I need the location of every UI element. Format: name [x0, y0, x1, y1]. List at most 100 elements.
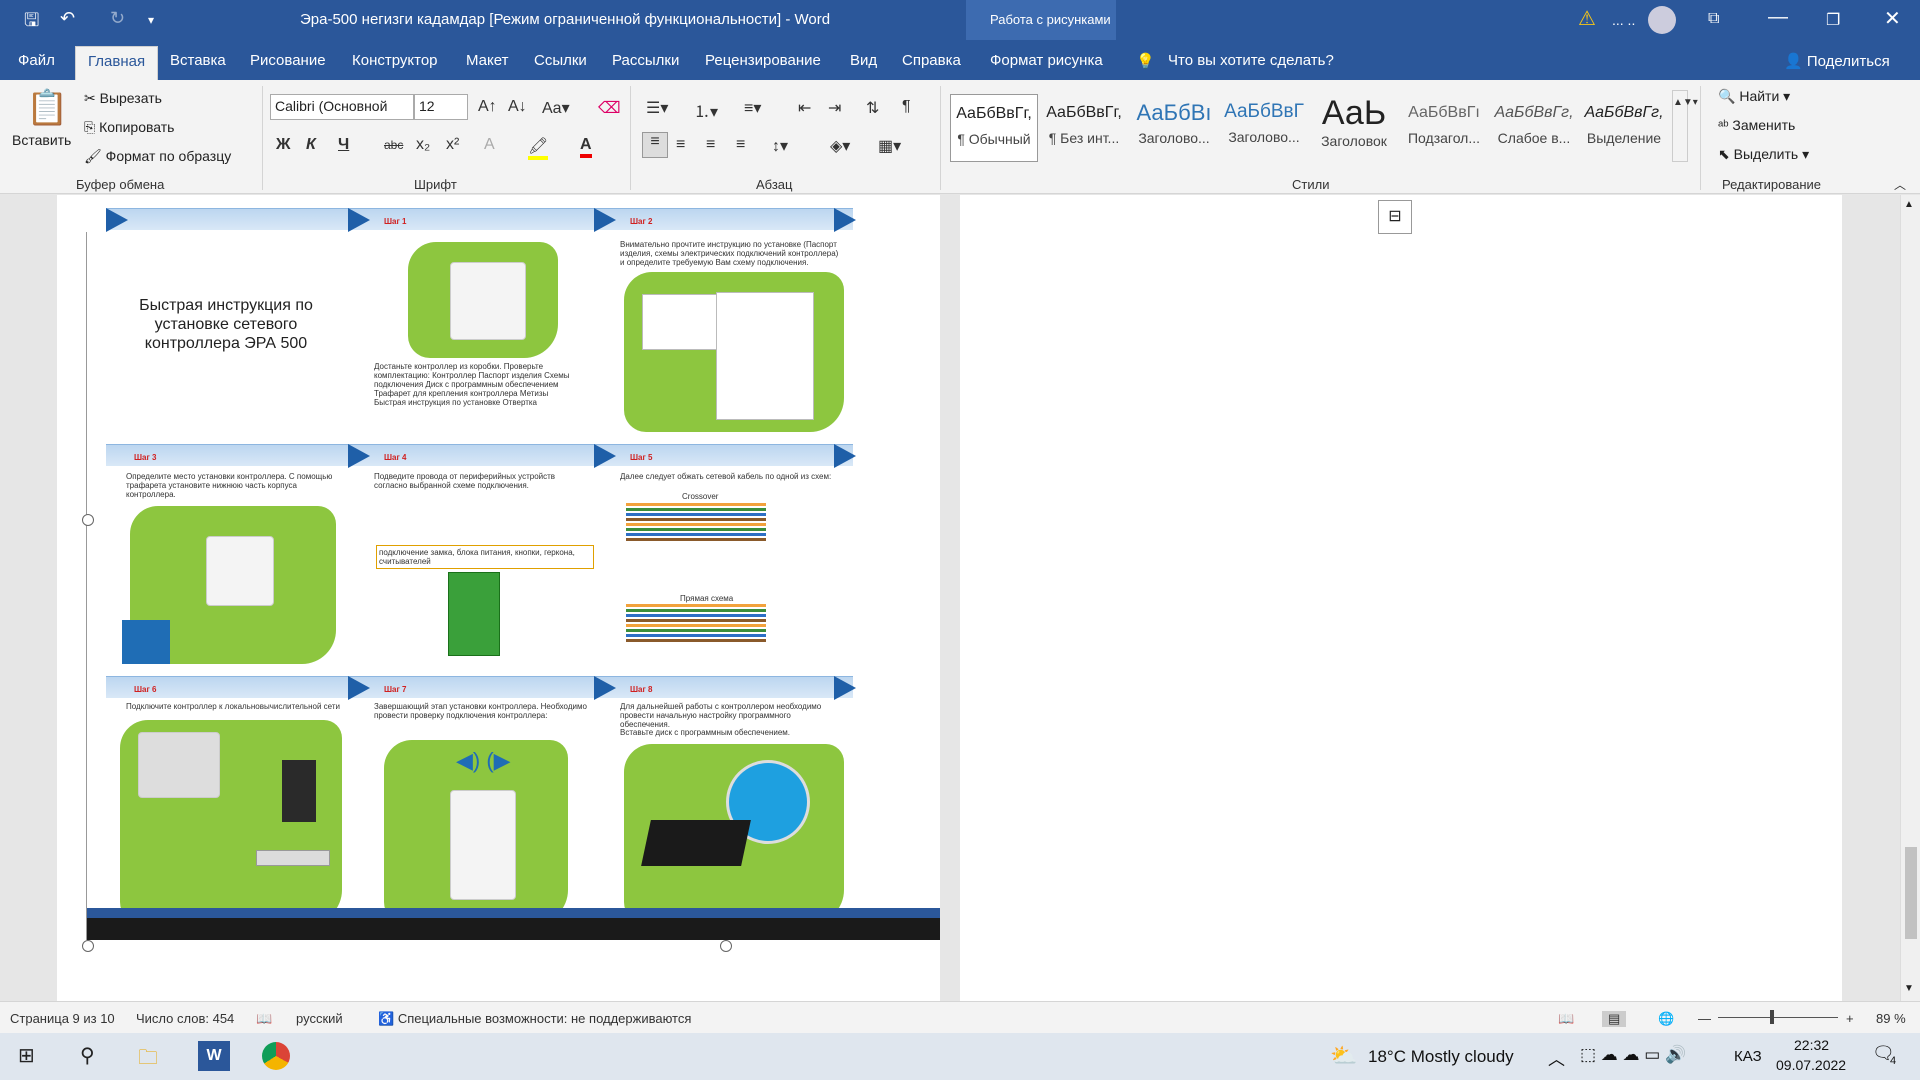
zoom-slider-thumb[interactable] — [1770, 1010, 1774, 1024]
grow-font-icon[interactable]: A↑ — [478, 98, 497, 116]
format-painter-button[interactable]: 🖌 Формат по образцу — [84, 148, 231, 165]
style-title[interactable]: АаЬ Заголовок — [1310, 94, 1398, 162]
tab-draw[interactable]: Рисование — [250, 52, 326, 69]
style-subtle-emphasis[interactable]: АаБбВвГг, Слабое в... — [1490, 94, 1578, 162]
align-center-icon[interactable]: ≡ — [676, 136, 685, 154]
tab-insert[interactable]: Вставка — [170, 52, 226, 69]
share-button[interactable]: 👤 Поделиться — [1784, 52, 1890, 70]
zoom-in-icon[interactable]: + — [1846, 1011, 1854, 1026]
underline-button[interactable]: Ч — [338, 136, 349, 154]
zoom-out-icon[interactable]: — — [1698, 1011, 1711, 1026]
change-case-icon[interactable]: Aa▾ — [542, 98, 570, 118]
tab-file[interactable]: Файл — [18, 52, 55, 69]
scroll-down-icon[interactable]: ▼ — [1904, 983, 1914, 994]
clock-date[interactable]: 09.07.2022 — [1776, 1057, 1846, 1073]
style-normal[interactable]: АаБбВвГг, ¶ Обычный — [950, 94, 1038, 162]
word-count[interactable]: Число слов: 454 — [136, 1011, 234, 1026]
print-layout-icon[interactable]: ▤ — [1602, 1011, 1627, 1027]
tab-mailings[interactable]: Рассылки — [612, 52, 679, 69]
justify-icon[interactable]: ≡ — [736, 136, 745, 154]
italic-button[interactable]: К — [306, 136, 316, 154]
vertical-scrollbar[interactable]: ▲ ▼ — [1900, 195, 1920, 1001]
tab-picture-format[interactable]: Формат рисунка — [990, 52, 1103, 69]
tray-icons[interactable]: ⬚ ☁ ☁ ▭ 🔊 — [1580, 1045, 1686, 1065]
bullets-icon[interactable]: ☰▾ — [646, 98, 668, 118]
style-no-spacing[interactable]: АаБбВвГг, ¶ Без инт... — [1040, 94, 1128, 162]
tab-home[interactable]: Главная — [75, 46, 159, 80]
web-layout-icon[interactable]: 🌐 — [1658, 1011, 1674, 1027]
multilevel-list-icon[interactable]: ≡▾ — [744, 98, 761, 118]
select-button[interactable]: ⬉ Выделить ▾ — [1718, 146, 1809, 163]
scroll-thumb[interactable] — [1905, 847, 1917, 939]
tell-me-input[interactable]: Что вы хотите сделать? — [1168, 52, 1334, 69]
minimize-icon[interactable]: — — [1768, 6, 1788, 29]
tab-review[interactable]: Рецензирование — [705, 52, 821, 69]
resize-handle[interactable] — [720, 940, 732, 952]
bold-button[interactable]: Ж — [276, 136, 290, 154]
collapse-ribbon-icon[interactable]: ︿ — [1894, 176, 1906, 193]
highlight-icon[interactable]: 🖍 — [528, 136, 549, 160]
tab-references[interactable]: Ссылки — [534, 52, 587, 69]
word-icon[interactable]: W — [198, 1041, 230, 1071]
chevron-up-icon[interactable]: ︿ — [1548, 1045, 1565, 1070]
show-marks-icon[interactable]: ¶ — [902, 98, 911, 116]
redo-icon[interactable]: ↻ — [110, 8, 125, 29]
paste-button[interactable]: Вставить — [12, 132, 71, 148]
chrome-icon[interactable] — [262, 1042, 290, 1070]
font-color-icon[interactable]: A — [580, 136, 592, 158]
read-mode-icon[interactable]: 📖 — [1558, 1011, 1574, 1027]
tab-help[interactable]: Справка — [902, 52, 961, 69]
close-icon[interactable]: ✕ — [1884, 6, 1901, 31]
warning-icon[interactable]: ⚠ — [1578, 6, 1596, 31]
replace-button[interactable]: ᵃᵇ Заменить — [1718, 117, 1795, 133]
language[interactable]: русский — [296, 1011, 343, 1026]
maximize-icon[interactable]: ❐ — [1826, 10, 1840, 30]
numbering-icon[interactable]: ⒈▾ — [694, 98, 718, 122]
weather-text[interactable]: 18°C Mostly cloudy — [1368, 1047, 1514, 1067]
text-effects-icon[interactable]: A — [484, 136, 495, 154]
line-spacing-icon[interactable]: ↕▾ — [772, 136, 788, 156]
shrink-font-icon[interactable]: A↓ — [508, 98, 527, 116]
input-language[interactable]: КАЗ — [1734, 1048, 1762, 1065]
style-subtitle[interactable]: АаБбВвГı Подзагол... — [1400, 94, 1488, 162]
font-size-combo[interactable]: 12 — [414, 94, 468, 120]
proofing-icon[interactable]: 📖 — [256, 1011, 272, 1027]
style-emphasis[interactable]: АаБбВвГг, Выделение — [1580, 94, 1668, 162]
zoom-level[interactable]: 89 % — [1876, 1011, 1906, 1026]
clear-formatting-icon[interactable]: ⌫ — [598, 98, 621, 118]
sort-icon[interactable]: ⇅ — [866, 98, 879, 118]
clock-time[interactable]: 22:32 — [1794, 1037, 1829, 1053]
scroll-up-icon[interactable]: ▲ — [1904, 199, 1914, 210]
file-explorer-icon[interactable]: 🗀 — [138, 1043, 158, 1077]
accessibility-status[interactable]: ♿ Специальные возможности: не поддержива… — [378, 1011, 691, 1027]
styles-scroll-icon[interactable]: ▲▼▾ — [1672, 90, 1698, 162]
cut-button[interactable]: ✂ Вырезать — [84, 90, 162, 107]
windows-start-icon[interactable]: ⊞ — [18, 1043, 35, 1068]
embedded-picture[interactable]: Шаг 1 Шаг 2 Шаг 3 Шаг 4 Шаг 5 Шаг 6 Шаг … — [86, 200, 940, 945]
layout-options-icon[interactable]: ⊟ — [1378, 200, 1412, 234]
find-button[interactable]: 🔍 Найти ▾ — [1718, 88, 1790, 105]
tab-view[interactable]: Вид — [850, 52, 877, 69]
tab-design[interactable]: Конструктор — [352, 52, 438, 69]
save-icon[interactable]: 🖫 — [24, 8, 39, 38]
tab-layout[interactable]: Макет — [466, 52, 508, 69]
avatar[interactable] — [1648, 6, 1676, 34]
decrease-indent-icon[interactable]: ⇤ — [798, 98, 811, 118]
account-name[interactable]: ... .. — [1612, 12, 1635, 28]
copy-button[interactable]: ⎘ Копировать — [84, 119, 174, 136]
superscript-icon[interactable]: x² — [446, 136, 459, 154]
increase-indent-icon[interactable]: ⇥ — [828, 98, 841, 118]
align-left-icon[interactable]: ≡ — [642, 132, 668, 158]
search-icon[interactable]: ⚲ — [80, 1043, 95, 1068]
zoom-slider[interactable] — [1718, 1017, 1838, 1018]
resize-handle[interactable] — [82, 940, 94, 952]
customize-qat-icon[interactable]: ▾ — [148, 13, 154, 27]
subscript-icon[interactable]: x₂ — [416, 136, 430, 154]
align-right-icon[interactable]: ≡ — [706, 136, 715, 154]
style-heading2[interactable]: АаБбВвГ Заголово... — [1220, 94, 1308, 162]
paste-icon[interactable]: 📋 — [26, 88, 68, 128]
font-name-combo[interactable]: Calibri (Основной — [270, 94, 414, 120]
resize-handle[interactable] — [82, 514, 94, 526]
borders-icon[interactable]: ▦▾ — [878, 136, 901, 156]
style-heading1[interactable]: АаБбВı Заголово... — [1130, 94, 1218, 162]
